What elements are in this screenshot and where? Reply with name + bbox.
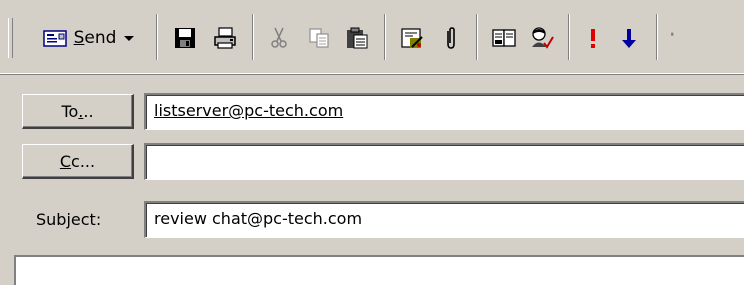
- message-body[interactable]: [14, 255, 744, 285]
- low-importance-icon: [622, 29, 636, 48]
- cc-button[interactable]: Cc...: [22, 144, 134, 179]
- standard-toolbar: Send: [0, 0, 744, 75]
- toolbar-separator: [252, 14, 254, 60]
- check-names-person-button[interactable]: [524, 18, 560, 58]
- address-book-icon: [492, 29, 516, 47]
- flag-button-partial[interactable]: [668, 18, 688, 58]
- toolbar-separator: [656, 14, 658, 60]
- subject-field[interactable]: review chat@pc-tech.com: [144, 201, 744, 238]
- attach-button[interactable]: [436, 18, 466, 58]
- to-recipient[interactable]: listserver@pc-tech.com: [154, 101, 343, 120]
- paste-icon: [347, 27, 368, 49]
- copy-button[interactable]: [302, 18, 336, 58]
- subject-value: review chat@pc-tech.com: [154, 209, 363, 228]
- flag-icon: [671, 32, 674, 36]
- subject-label: Subject:: [36, 210, 102, 229]
- copy-icon: [309, 28, 329, 48]
- cut-icon: [271, 27, 287, 48]
- to-button[interactable]: To...: [22, 94, 134, 129]
- low-importance-button[interactable]: [614, 18, 644, 58]
- chevron-down-icon[interactable]: [124, 35, 135, 41]
- paste-button[interactable]: [340, 18, 374, 58]
- envelope-send-icon: [42, 30, 67, 47]
- address-book-button[interactable]: [486, 18, 522, 58]
- save-icon: [175, 28, 195, 48]
- cc-field[interactable]: [144, 143, 744, 180]
- toolbar-grip[interactable]: [8, 18, 13, 58]
- save-button[interactable]: [168, 18, 202, 58]
- toolbar-separator: [384, 14, 386, 60]
- print-button[interactable]: [208, 18, 242, 58]
- to-field[interactable]: listserver@pc-tech.com: [144, 93, 744, 130]
- attach-icon: [447, 27, 455, 49]
- high-importance-button[interactable]: [578, 18, 608, 58]
- toolbar-separator: [568, 14, 570, 60]
- cut-button[interactable]: [264, 18, 294, 58]
- send-button[interactable]: Send: [28, 18, 148, 58]
- toolbar-separator: [476, 14, 478, 60]
- toolbar-separator: [156, 14, 158, 60]
- check-names-person-icon: [532, 27, 554, 49]
- check-names-icon: [401, 28, 423, 48]
- high-importance-icon: [591, 29, 595, 48]
- check-names-button[interactable]: [394, 18, 430, 58]
- print-icon: [214, 27, 236, 49]
- send-label: Send: [73, 28, 117, 48]
